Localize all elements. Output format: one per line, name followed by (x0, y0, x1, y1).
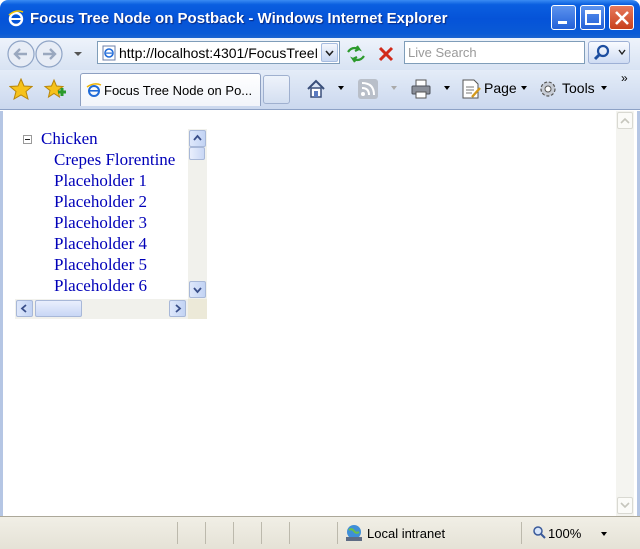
address-url[interactable]: http://localhost:4301/FocusTreeNodeOnPos… (119, 45, 317, 61)
tree-vertical-scroll-thumb[interactable] (189, 147, 205, 160)
status-divider (289, 522, 290, 544)
tree-scroll-right-button[interactable] (169, 300, 186, 317)
feeds-dropdown-icon[interactable] (391, 86, 397, 90)
favorites-star-icon[interactable] (9, 78, 33, 100)
chevron-down-icon (193, 287, 202, 294)
page-scroll-down-button[interactable] (617, 497, 633, 514)
tree-node[interactable]: Placeholder 4 (54, 234, 147, 255)
tree-horizontal-scrollbar[interactable] (15, 299, 188, 319)
refresh-icon[interactable] (344, 43, 368, 65)
close-window-button[interactable] (609, 5, 634, 30)
tree-node[interactable]: Placeholder 5 (54, 255, 147, 276)
new-tab-button[interactable] (263, 75, 290, 104)
tree-view-panel: Chicken Crepes Florentine Placeholder 1 … (15, 129, 207, 319)
zoom-icon (533, 526, 546, 539)
title-bar[interactable]: Focus Tree Node on Postback - Windows In… (0, 0, 640, 38)
tab-label: Focus Tree Node on Po... (104, 83, 253, 98)
navigation-bar: http://localhost:4301/FocusTreeNodeOnPos… (0, 38, 640, 70)
home-icon[interactable] (305, 78, 327, 100)
page-menu-label[interactable]: Page (484, 80, 517, 96)
search-button[interactable] (588, 41, 630, 64)
ie-page-icon (86, 83, 102, 97)
maximize-button[interactable] (580, 5, 605, 30)
chevron-down-icon (620, 502, 630, 509)
add-favorites-icon[interactable] (43, 78, 67, 100)
page-vertical-scrollbar[interactable] (616, 111, 634, 516)
minimize-icon (558, 21, 567, 24)
page-scroll-up-button[interactable] (617, 112, 633, 129)
print-icon[interactable] (410, 78, 432, 100)
print-dropdown-icon[interactable] (444, 86, 450, 90)
window-title: Focus Tree Node on Postback - Windows In… (30, 10, 448, 27)
tree-root-label[interactable]: Chicken (41, 129, 98, 149)
tree-node[interactable]: Placeholder 1 (54, 171, 147, 192)
maximize-icon (585, 10, 601, 25)
status-divider (177, 522, 178, 544)
status-divider (521, 522, 522, 544)
chevron-up-icon (193, 134, 202, 141)
tree-vertical-scrollbar[interactable] (188, 129, 207, 299)
page-menu-icon[interactable] (460, 78, 482, 100)
page-dropdown-icon[interactable] (521, 86, 527, 90)
scrollbar-corner (188, 299, 207, 319)
search-box[interactable] (404, 41, 585, 64)
tree-scroll-down-button[interactable] (189, 281, 206, 298)
search-input[interactable] (408, 44, 580, 61)
back-forward-buttons[interactable] (6, 39, 86, 69)
tree-scroll-left-button[interactable] (16, 300, 33, 317)
status-divider (233, 522, 234, 544)
chevron-up-icon (620, 117, 630, 124)
zoom-dropdown-icon[interactable] (601, 532, 607, 536)
search-icon (593, 44, 626, 61)
minimize-button[interactable] (551, 5, 576, 30)
local-intranet-icon (346, 525, 362, 541)
tree-view: Chicken Crepes Florentine Placeholder 1 … (15, 129, 188, 299)
zoom-level[interactable]: 100% (548, 526, 581, 541)
tree-node[interactable]: Placeholder 2 (54, 192, 147, 213)
status-bar: Local intranet 100% (0, 516, 640, 549)
stop-icon[interactable] (374, 43, 398, 65)
tab-command-bar: Focus Tree Node on Po... Page Tools » (0, 70, 640, 110)
status-divider (205, 522, 206, 544)
home-dropdown-icon[interactable] (338, 86, 344, 90)
address-bar[interactable]: http://localhost:4301/FocusTreeNodeOnPos… (97, 41, 340, 64)
chevron-down-icon (325, 50, 334, 57)
tools-menu-label[interactable]: Tools (562, 80, 595, 96)
status-divider (337, 522, 338, 544)
toolbar-overflow-icon[interactable]: » (621, 71, 628, 85)
close-icon (615, 11, 629, 25)
tab-focus-tree-node[interactable]: Focus Tree Node on Po... (80, 73, 261, 106)
tree-scroll-up-button[interactable] (189, 130, 206, 147)
tree-node[interactable]: Placeholder 3 (54, 213, 147, 234)
collapse-toggle-icon[interactable] (23, 135, 32, 144)
feeds-icon[interactable] (357, 78, 379, 100)
gear-icon[interactable] (537, 78, 559, 100)
tools-dropdown-icon[interactable] (601, 86, 607, 90)
page-icon (102, 45, 116, 61)
chevron-right-icon (175, 304, 182, 313)
ie-logo-icon (8, 10, 24, 27)
security-zone-label[interactable]: Local intranet (367, 526, 445, 541)
tree-node[interactable]: Crepes Florentine (54, 150, 175, 171)
chevron-left-icon (20, 304, 27, 313)
tree-node[interactable]: Placeholder 6 (54, 276, 147, 297)
tree-horizontal-scroll-thumb[interactable] (35, 300, 82, 317)
address-dropdown-button[interactable] (321, 43, 338, 62)
status-divider (261, 522, 262, 544)
